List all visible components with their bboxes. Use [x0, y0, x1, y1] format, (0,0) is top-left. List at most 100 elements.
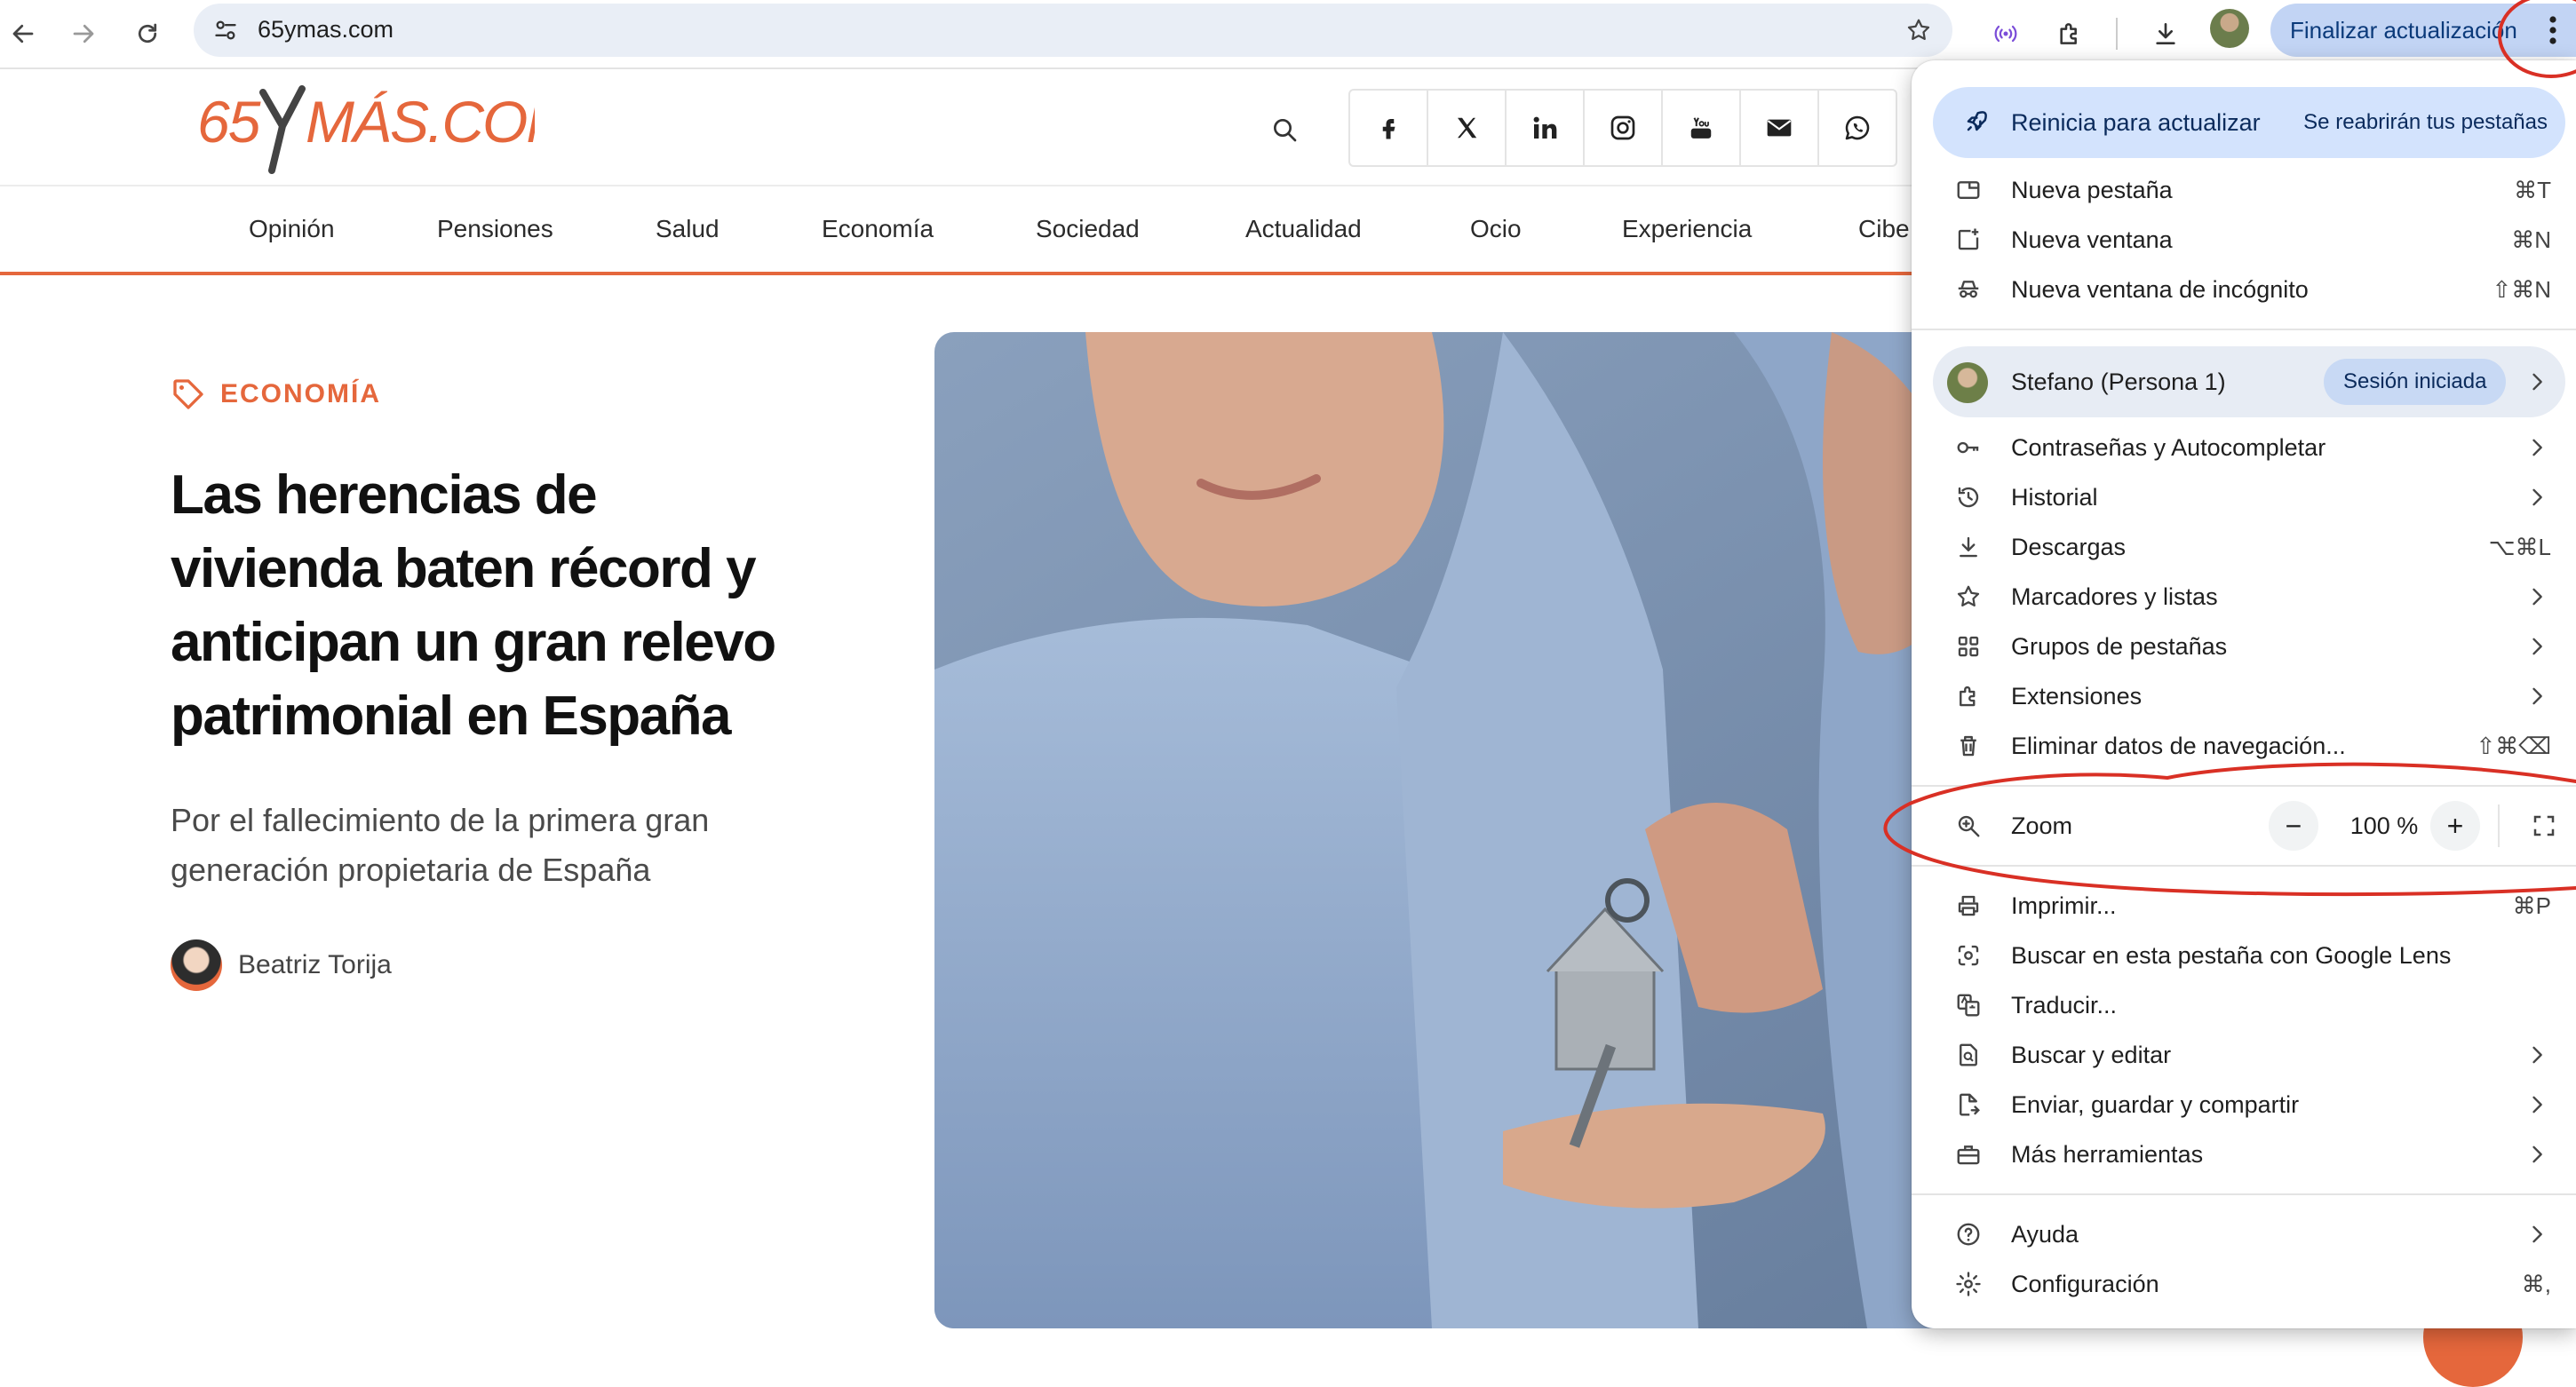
menu-item-label: Enviar, guardar y compartir	[2011, 1091, 2300, 1118]
nav-salud[interactable]: Salud	[656, 215, 720, 243]
menu-help[interactable]: Ayuda	[1912, 1209, 2576, 1259]
nav-pensiones[interactable]: Pensiones	[437, 215, 553, 243]
menu-item-label: Contraseñas y Autocompletar	[2011, 434, 2326, 461]
headline-line: patrimonial en España	[171, 686, 732, 747]
chevron-right-icon	[2532, 439, 2542, 456]
broadcast-icon[interactable]	[1984, 12, 2027, 55]
headline-line: Las herencias de	[171, 464, 598, 526]
zoom-icon	[1952, 810, 1984, 842]
star-icon[interactable]	[1901, 12, 1936, 48]
facebook-icon[interactable]	[1350, 91, 1428, 165]
menu-tab-groups[interactable]: Grupos de pestañas	[1912, 622, 2576, 671]
menu-item-label: Extensiones	[2011, 683, 2143, 709]
menu-clear-data[interactable]: Eliminar datos de navegación... ⇧⌘⌫	[1912, 721, 2576, 771]
zoom-label: Zoom	[2011, 812, 2073, 839]
menu-find-edit[interactable]: Buscar y editar	[1912, 1030, 2576, 1080]
social-links	[1348, 89, 1897, 167]
nav-ocio[interactable]: Ocio	[1470, 215, 1522, 243]
menu-item-label: Nueva ventana	[2011, 226, 2173, 253]
chevron-right-icon	[2532, 1145, 2542, 1163]
site-logo[interactable]: 65 MÁS.COM	[197, 80, 535, 178]
profile-avatar	[1947, 362, 1988, 403]
puzzle-icon[interactable]	[2048, 12, 2091, 55]
nav-cibe[interactable]: Cibe	[1858, 215, 1910, 243]
fullscreen-icon[interactable]	[2524, 806, 2564, 845]
menu-item-label: Más herramientas	[2011, 1141, 2204, 1168]
menu-profile[interactable]: Stefano (Persona 1) Sesión iniciada	[1933, 346, 2565, 417]
menu-item-label: Historial	[2011, 484, 2098, 511]
menu-new-tab[interactable]: Nueva pestaña ⌘T	[1912, 165, 2576, 215]
nav-sociedad[interactable]: Sociedad	[1036, 215, 1140, 243]
zoom-out-button[interactable]: −	[2269, 801, 2318, 851]
whatsapp-icon[interactable]	[1819, 91, 1896, 165]
star-icon	[1952, 581, 1984, 613]
new-window-icon	[1952, 224, 1984, 256]
menu-item-shortcut: ⇧⌘⌫	[2476, 733, 2551, 759]
chevron-right-icon	[2532, 687, 2542, 705]
forward-icon[interactable]	[62, 12, 105, 55]
address-bar[interactable]: 65ymas.com	[194, 4, 1952, 57]
profile-name: Stefano (Persona 1)	[2011, 369, 2226, 395]
menu-share[interactable]: Enviar, guardar y compartir	[1912, 1080, 2576, 1129]
zoom-in-button[interactable]: +	[2430, 801, 2480, 851]
chevron-right-icon	[2532, 1046, 2542, 1064]
incognito-icon	[1952, 273, 1984, 305]
menu-history[interactable]: Historial	[1912, 472, 2576, 522]
menu-settings[interactable]: Configuración ⌘,	[1912, 1259, 2576, 1309]
article-headline[interactable]: Las herencias de vivienda baten récord y…	[171, 458, 863, 753]
relaunch-to-update[interactable]: Reinicia para actualizar Se reabrirán tu…	[1933, 87, 2565, 158]
chrome-main-menu: Reinicia para actualizar Se reabrirán tu…	[1912, 60, 2576, 1328]
menu-separator	[1912, 785, 2576, 787]
menu-new-incognito[interactable]: Nueva ventana de incógnito ⇧⌘N	[1912, 265, 2576, 314]
menu-passwords[interactable]: Contraseñas y Autocompletar	[1912, 423, 2576, 472]
menu-translate[interactable]: Traducir...	[1912, 980, 2576, 1030]
back-icon[interactable]	[2, 12, 44, 55]
reload-icon[interactable]	[126, 12, 169, 55]
subhead-line: generación propietaria de España	[171, 852, 651, 888]
profile-avatar[interactable]	[2210, 9, 2249, 48]
url-text[interactable]: 65ymas.com	[258, 16, 394, 44]
article-category[interactable]: ECONOMÍA	[171, 376, 381, 412]
menu-downloads[interactable]: Descargas ⌥⌘L	[1912, 522, 2576, 572]
menu-item-label: Eliminar datos de navegación...	[2011, 733, 2346, 759]
site-nav: Opinión Pensiones Salud Economía Socieda…	[0, 185, 1919, 275]
help-icon	[1952, 1218, 1984, 1250]
menu-print[interactable]: Imprimir... ⌘P	[1912, 881, 2576, 931]
menu-item-label: Nueva ventana de incógnito	[2011, 276, 2309, 303]
grid-icon	[1952, 630, 1984, 662]
search-icon[interactable]	[1265, 110, 1304, 149]
share-icon	[1952, 1089, 1984, 1121]
gear-icon	[1952, 1268, 1984, 1300]
menu-google-lens[interactable]: Buscar en esta pestaña con Google Lens	[1912, 931, 2576, 980]
nav-opinion[interactable]: Opinión	[249, 215, 335, 243]
nav-experiencia[interactable]: Experiencia	[1622, 215, 1752, 243]
x-icon[interactable]	[1428, 91, 1507, 165]
headline-line: anticipan un gran relevo	[171, 612, 776, 673]
menu-more-tools[interactable]: Más herramientas	[1912, 1129, 2576, 1179]
menu-item-label: Descargas	[2011, 534, 2127, 560]
translate-icon	[1952, 989, 1984, 1021]
nav-actualidad[interactable]: Actualidad	[1245, 215, 1362, 243]
signed-in-badge: Sesión iniciada	[2324, 359, 2507, 405]
svg-text:MÁS.COM: MÁS.COM	[306, 89, 535, 155]
linkedin-icon[interactable]	[1507, 91, 1585, 165]
menu-item-shortcut: ⇧⌘N	[2492, 276, 2551, 303]
instagram-icon[interactable]	[1585, 91, 1663, 165]
youtube-icon[interactable]	[1663, 91, 1741, 165]
relaunch-label: Reinicia para actualizar	[2011, 109, 2261, 136]
tag-icon	[173, 379, 203, 409]
mail-icon[interactable]	[1741, 91, 1819, 165]
menu-separator	[1912, 1193, 2576, 1195]
kebab-icon[interactable]	[2544, 14, 2562, 46]
menu-separator	[1912, 329, 2576, 330]
download-icon[interactable]	[2144, 12, 2187, 55]
article-author[interactable]: Beatriz Torija	[171, 939, 392, 991]
menu-new-window[interactable]: Nueva ventana ⌘N	[1912, 215, 2576, 265]
printer-icon	[1952, 890, 1984, 922]
finish-update-button[interactable]: Finalizar actualización	[2270, 4, 2576, 57]
menu-extensions[interactable]: Extensiones	[1912, 671, 2576, 721]
tune-icon[interactable]	[208, 12, 243, 48]
menu-bookmarks[interactable]: Marcadores y listas	[1912, 572, 2576, 622]
nav-economia[interactable]: Economía	[822, 215, 934, 243]
chevron-right-icon	[2532, 373, 2542, 391]
